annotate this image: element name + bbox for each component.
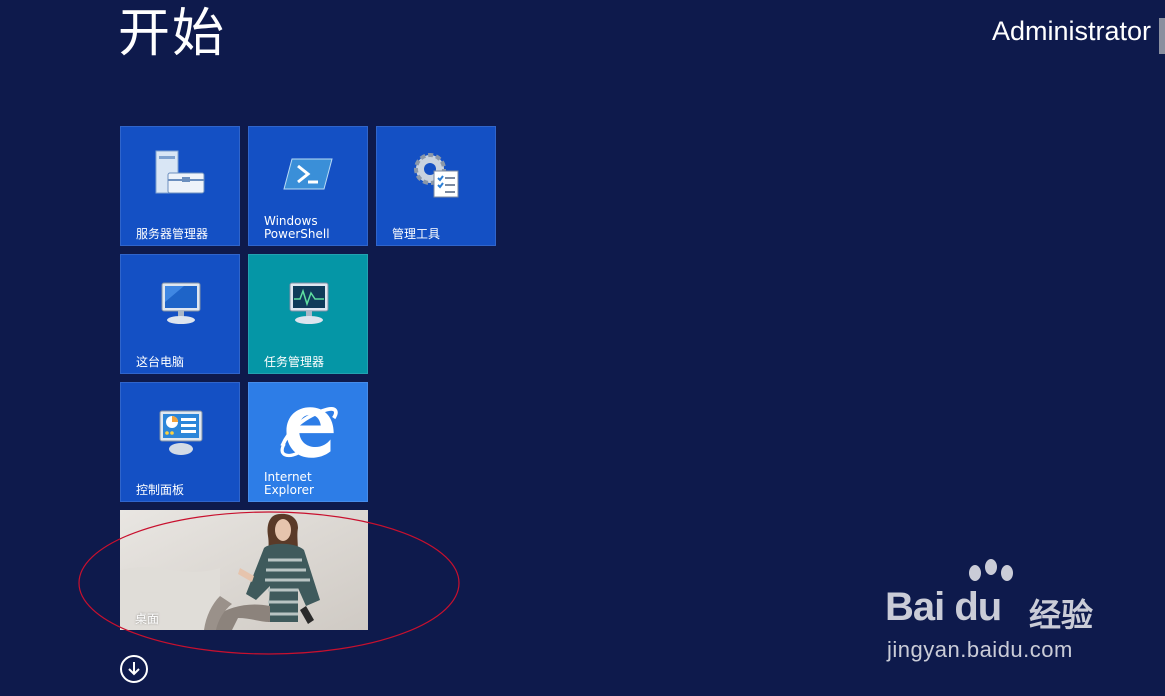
- tile-desktop[interactable]: 桌面: [120, 510, 368, 630]
- tile-control-panel[interactable]: 控制面板: [120, 382, 240, 502]
- tile-task-manager[interactable]: 任务管理器: [248, 254, 368, 374]
- tile-admin-tools[interactable]: 管理工具: [376, 126, 496, 246]
- internet-explorer-icon: [280, 407, 338, 458]
- baidu-watermark: Bai du 经验 jingyan.baidu.com: [885, 559, 1115, 668]
- admin-tools-icon: [414, 153, 459, 198]
- server-manager-icon: [155, 150, 205, 194]
- watermark-brand-cn: 经验: [1029, 596, 1094, 634]
- start-screen: 开始 Administrator 服务器管理器 Windows PowerShe…: [0, 0, 1165, 696]
- powershell-icon: [283, 158, 333, 190]
- tile-internet-explorer[interactable]: Internet Explorer: [248, 382, 368, 502]
- tile-this-pc[interactable]: 这台电脑: [120, 254, 240, 374]
- tile-server-manager[interactable]: 服务器管理器: [120, 126, 240, 246]
- tile-label: 管理工具: [392, 227, 441, 241]
- user-account-name[interactable]: Administrator: [992, 16, 1151, 47]
- tile-label: 这台电脑: [136, 355, 185, 369]
- computer-icon: [161, 282, 201, 324]
- paw-logo: [969, 559, 1013, 581]
- tile-label: 任务管理器: [264, 355, 325, 369]
- tile-label: 桌面: [135, 612, 160, 626]
- tile-label: 控制面板: [136, 483, 185, 497]
- page-title: 开始: [118, 4, 227, 64]
- tile-label: Internet Explorer: [264, 470, 314, 497]
- tile-windows-powershell[interactable]: Windows PowerShell: [248, 126, 368, 246]
- control-panel-icon: [159, 410, 203, 455]
- task-manager-icon: [289, 282, 329, 324]
- watermark-brand: Bai du: [885, 585, 1002, 629]
- all-apps-button[interactable]: [120, 655, 148, 683]
- watermark-url: jingyan.baidu.com: [887, 637, 1073, 662]
- tile-label: Windows PowerShell: [264, 214, 330, 241]
- arrow-down-circle-icon: [128, 662, 140, 676]
- tile-label: 服务器管理器: [136, 227, 209, 241]
- avatar[interactable]: [1159, 18, 1165, 54]
